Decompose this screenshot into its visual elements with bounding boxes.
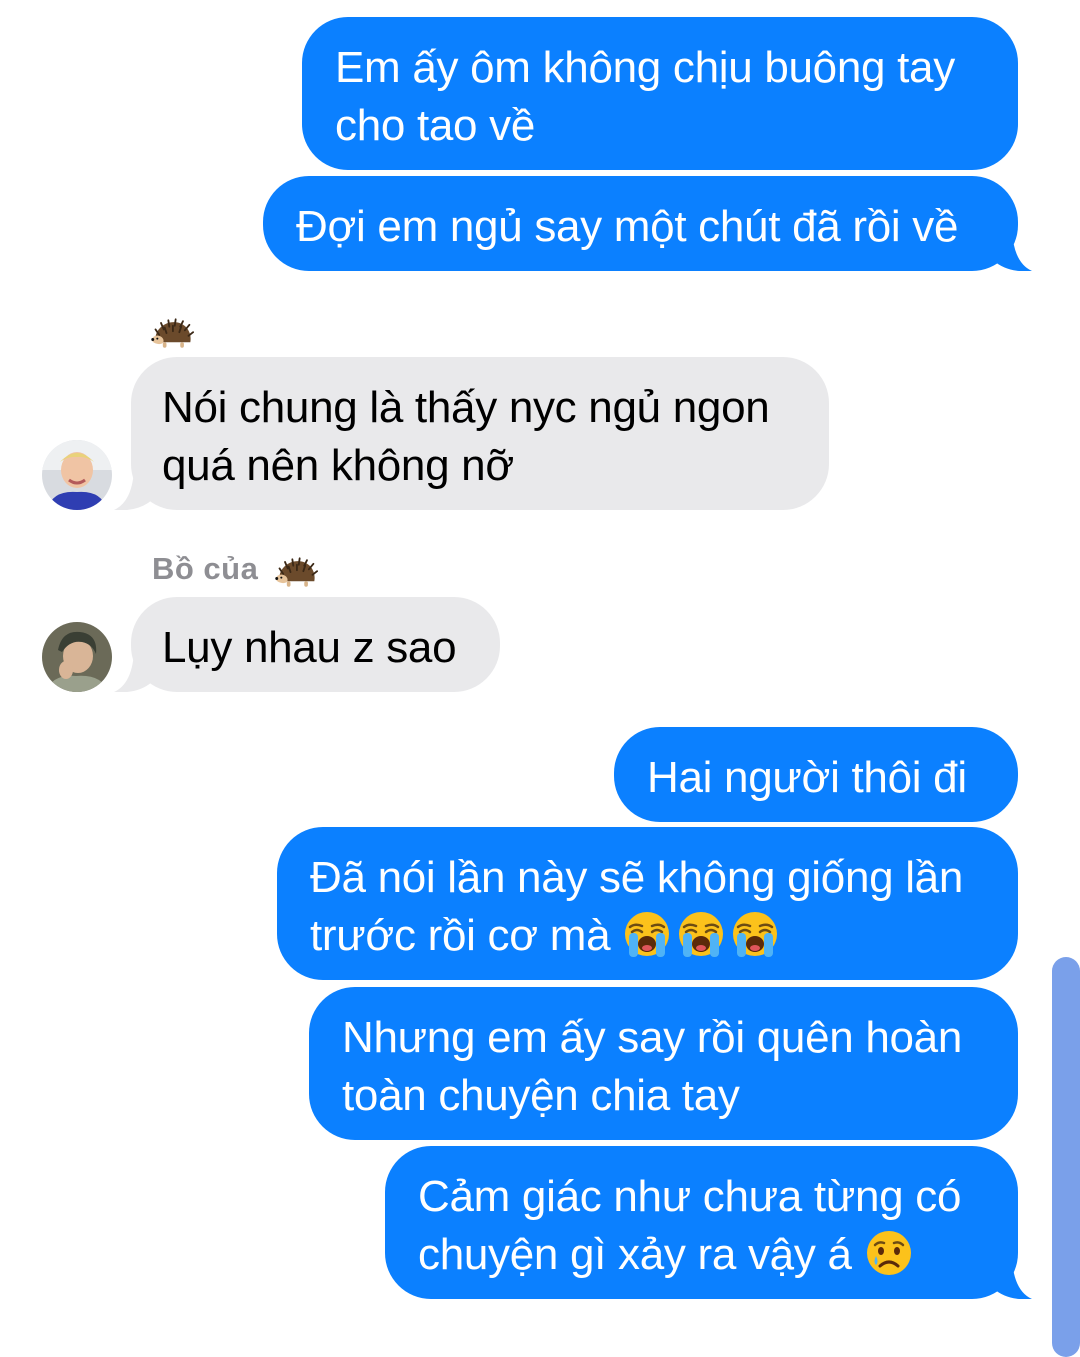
scrollbar[interactable] <box>1052 957 1080 1357</box>
loudly-crying-face-icon <box>622 909 672 959</box>
incoming-message[interactable]: Lụy nhau z sao <box>131 597 500 692</box>
hedgehog-icon <box>150 318 194 350</box>
outgoing-message[interactable]: Đợi em ngủ say một chút đã rồi về <box>263 176 1018 271</box>
sender-name: Bồ của <box>152 551 259 586</box>
message-text: Nói chung là thấy nyc ngủ ngon quá nên k… <box>162 383 770 490</box>
outgoing-message[interactable]: Em ấy ôm không chịu buông tay cho tao về <box>302 17 1018 170</box>
outgoing-message[interactable]: Nhưng em ấy say rồi quên hoàn toàn chuyệ… <box>309 987 1018 1140</box>
message-text: Hai người thôi đi <box>647 753 967 802</box>
incoming-message[interactable]: Nói chung là thấy nyc ngủ ngon quá nên k… <box>131 357 829 510</box>
message-text: Nhưng em ấy say rồi quên hoàn toàn chuyệ… <box>342 1013 963 1120</box>
outgoing-message[interactable]: Hai người thôi đi <box>614 727 1018 822</box>
outgoing-message[interactable]: Đã nói lần này sẽ không giống lần trước … <box>277 827 1018 980</box>
message-text: Lụy nhau z sao <box>162 623 457 672</box>
loudly-crying-face-icon <box>676 909 726 959</box>
avatar[interactable] <box>42 622 112 692</box>
incoming-bubble-tail <box>114 470 152 510</box>
message-text: Em ấy ôm không chịu buông tay cho tao về <box>335 43 955 150</box>
outgoing-message[interactable]: Cảm giác như chưa từng có chuyện gì xảy … <box>385 1146 1018 1299</box>
outgoing-bubble-tail <box>994 1259 1032 1299</box>
avatar[interactable] <box>42 440 112 510</box>
message-text: Đợi em ngủ say một chút đã rồi về <box>296 202 959 251</box>
crying-face-icon <box>864 1228 914 1278</box>
outgoing-bubble-tail <box>994 231 1032 271</box>
hedgehog-icon <box>274 557 318 589</box>
incoming-bubble-tail <box>114 652 152 692</box>
loudly-crying-face-icon <box>730 909 780 959</box>
